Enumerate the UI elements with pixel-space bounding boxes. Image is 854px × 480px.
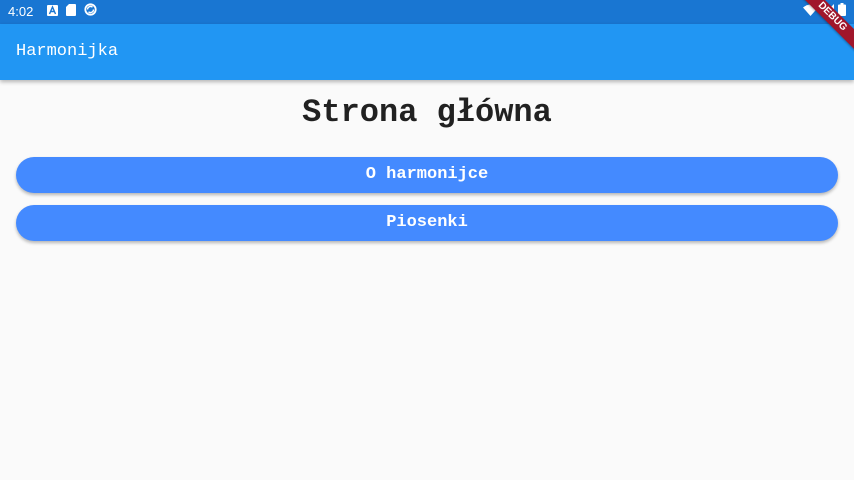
text-a-icon [47,3,58,21]
main-content: Strona główna O harmonijce Piosenki [0,80,854,480]
status-bar: 4:02 [0,0,854,24]
app-title: Harmonijka [16,42,119,61]
sd-card-icon [66,3,76,21]
page-title: Strona główna [302,94,552,131]
sync-icon [84,3,97,21]
status-time: 4:02 [8,4,34,19]
app-bar: Harmonijka [0,24,854,80]
songs-button[interactable]: Piosenki [16,205,838,241]
status-icons-left [47,3,97,21]
about-harmonica-button[interactable]: O harmonijce [16,157,838,193]
